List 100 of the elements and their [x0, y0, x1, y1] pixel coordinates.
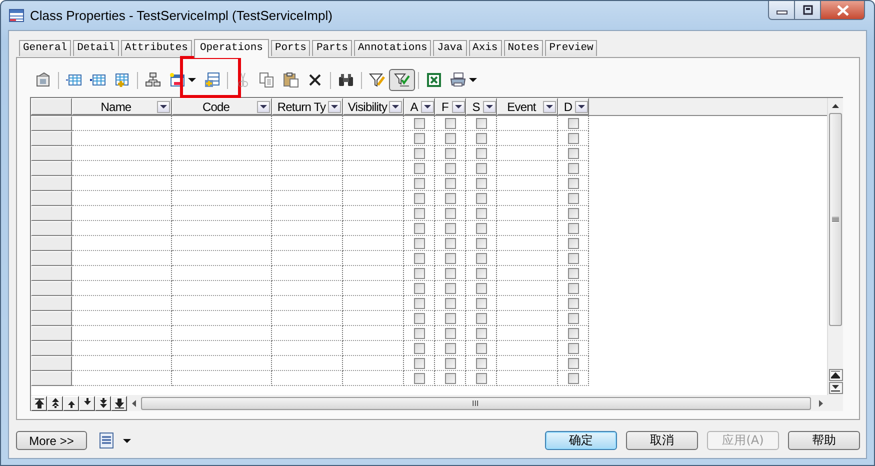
table-cell[interactable] [343, 266, 404, 281]
checkbox[interactable] [476, 222, 486, 234]
navigation-button[interactable] [111, 396, 127, 410]
caret-icon[interactable] [123, 438, 131, 442]
table-cell[interactable] [343, 221, 404, 236]
table-cell[interactable] [343, 146, 404, 161]
table-cell[interactable] [343, 311, 404, 326]
checkbox[interactable] [568, 372, 578, 384]
table-cell[interactable] [497, 221, 558, 236]
table-cell[interactable] [343, 356, 404, 371]
tab[interactable]: General [19, 40, 72, 56]
document-icon[interactable] [99, 432, 114, 449]
tab[interactable]: Java [433, 40, 467, 56]
table-cell[interactable] [72, 221, 172, 236]
table-cell[interactable] [72, 236, 172, 251]
checkbox[interactable] [476, 372, 486, 384]
table-cell[interactable] [72, 161, 172, 176]
column-header[interactable]: F [435, 98, 466, 115]
checkbox[interactable] [414, 282, 424, 294]
checkbox[interactable] [476, 162, 486, 174]
table-cell[interactable] [272, 296, 343, 311]
tab[interactable]: Axis [468, 40, 502, 56]
table-cell[interactable] [72, 341, 172, 356]
row-header[interactable] [31, 176, 72, 191]
checkbox[interactable] [568, 178, 578, 188]
row-header[interactable] [31, 221, 72, 236]
checkbox[interactable] [444, 192, 456, 204]
scroll-left-icon[interactable] [132, 400, 136, 406]
checkbox[interactable] [476, 358, 486, 368]
checkbox[interactable] [476, 268, 486, 278]
table-cell[interactable] [172, 131, 272, 146]
column-header[interactable]: S [466, 98, 497, 115]
table-cell[interactable] [343, 281, 404, 296]
table-cell[interactable] [272, 356, 343, 371]
checkbox[interactable] [444, 208, 456, 218]
table-cell[interactable] [172, 371, 272, 386]
table-cell[interactable] [343, 176, 404, 191]
row-header[interactable] [31, 191, 72, 206]
row-header[interactable] [31, 161, 72, 176]
checkbox[interactable] [568, 238, 578, 248]
table-cell[interactable] [343, 116, 404, 131]
table-cell[interactable] [497, 296, 558, 311]
row-header[interactable] [31, 131, 72, 146]
checkbox[interactable] [476, 178, 486, 188]
table-cell[interactable] [497, 146, 558, 161]
tab[interactable]: Notes [504, 40, 544, 56]
table-cell[interactable] [72, 176, 172, 191]
table-cell[interactable] [172, 146, 272, 161]
checkbox[interactable] [414, 252, 424, 264]
restore-button[interactable] [795, 1, 821, 20]
minimize-button[interactable] [768, 1, 795, 20]
column-header[interactable]: D [558, 98, 589, 115]
scroll-end-button[interactable] [828, 369, 842, 381]
checkbox[interactable] [568, 268, 578, 278]
checkbox[interactable] [414, 358, 424, 368]
checkbox[interactable] [568, 222, 578, 234]
checkbox[interactable] [414, 118, 424, 128]
table-cell[interactable] [172, 251, 272, 266]
checkbox[interactable] [444, 238, 456, 248]
checkbox[interactable] [444, 372, 456, 384]
checkbox[interactable] [568, 192, 578, 204]
dropdown-button[interactable] [389, 100, 402, 112]
tab[interactable]: Operations [194, 39, 269, 58]
table-cell[interactable] [272, 236, 343, 251]
dropdown-button[interactable] [328, 100, 341, 112]
checkbox[interactable] [444, 358, 456, 368]
dialog-button[interactable]: 帮助 [788, 431, 860, 450]
checkbox[interactable] [414, 312, 424, 324]
row-header[interactable] [31, 116, 72, 131]
checkbox[interactable] [444, 252, 456, 264]
checkbox[interactable] [476, 282, 486, 294]
table-cell[interactable] [72, 326, 172, 341]
close-button[interactable] [821, 1, 865, 20]
column-header[interactable]: Return Ty [272, 98, 343, 115]
table-cell[interactable] [172, 341, 272, 356]
checkbox[interactable] [568, 252, 578, 264]
checkbox[interactable] [444, 342, 456, 354]
table-cell[interactable] [172, 266, 272, 281]
table-cell[interactable] [72, 206, 172, 221]
checkbox[interactable] [414, 342, 424, 354]
checkbox[interactable] [476, 118, 486, 128]
table-cell[interactable] [72, 116, 172, 131]
checkbox[interactable] [444, 282, 456, 294]
navigation-button[interactable] [63, 396, 79, 410]
table-cell[interactable] [272, 146, 343, 161]
dropdown-button[interactable] [157, 100, 170, 112]
table-cell[interactable] [497, 281, 558, 296]
table-cell[interactable] [272, 371, 343, 386]
table-cell[interactable] [172, 176, 272, 191]
table-cell[interactable] [172, 311, 272, 326]
table-cell[interactable] [343, 131, 404, 146]
toolbar-button[interactable] [389, 69, 415, 91]
table-cell[interactable] [343, 206, 404, 221]
checkbox[interactable] [414, 192, 424, 204]
checkbox[interactable] [476, 342, 486, 354]
checkbox[interactable] [444, 312, 456, 324]
table-cell[interactable] [272, 341, 343, 356]
table-cell[interactable] [497, 266, 558, 281]
table-cell[interactable] [172, 296, 272, 311]
table-cell[interactable] [272, 221, 343, 236]
